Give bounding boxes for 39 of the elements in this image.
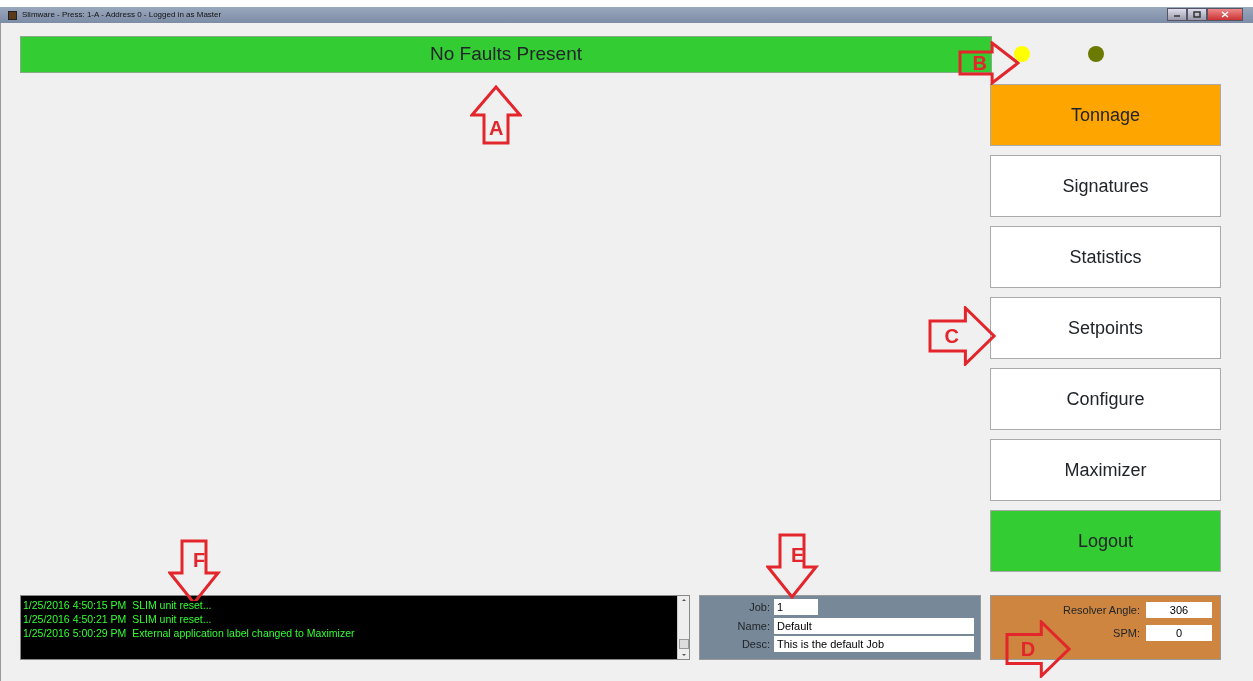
scrollbar[interactable] <box>677 596 689 659</box>
close-icon <box>1221 11 1229 19</box>
menu-button[interactable]: Tonnage <box>990 84 1221 146</box>
minimize-button[interactable] <box>1167 8 1187 21</box>
text-field[interactable]: 0 <box>1146 624 1212 641</box>
scroll-thumb[interactable] <box>678 639 689 649</box>
callout-letter: D <box>1020 639 1036 659</box>
window-title: Slimware - Press: 1-A - Address 0 - Logged in as Master <box>22 9 222 21</box>
callout-arrow <box>470 85 522 145</box>
callout-arrow <box>928 306 996 366</box>
text-field[interactable]: Default <box>774 617 974 634</box>
menu-button[interactable]: Maximizer <box>990 439 1221 501</box>
callout-letter: A <box>489 118 504 138</box>
callout-arrow <box>958 41 1020 85</box>
text-field[interactable]: 1 <box>774 599 818 616</box>
text-field[interactable]: 306 <box>1146 602 1212 619</box>
menu-button[interactable]: Signatures <box>990 155 1221 217</box>
maximize-button[interactable] <box>1187 8 1207 21</box>
close-button[interactable] <box>1207 8 1243 21</box>
field-label: Name: <box>736 618 770 634</box>
log-entry: 1/25/2016 4:50:15 PM SLIM unit reset... <box>23 598 213 612</box>
callout-letter: E <box>791 544 805 565</box>
menu-button[interactable]: Configure <box>990 368 1221 430</box>
menu-button[interactable]: Setpoints <box>990 297 1221 359</box>
field-label: Resolver Angle: <box>1062 603 1140 618</box>
maximize-icon <box>1193 11 1201 19</box>
app-icon <box>8 10 17 20</box>
callout-arrow <box>1005 620 1071 678</box>
text-field[interactable]: This is the default Job <box>774 636 974 653</box>
callout-letter: C <box>944 326 959 346</box>
logout-button[interactable]: Logout <box>990 510 1221 572</box>
field-label: SPM: <box>1113 625 1140 641</box>
callout-letter: F <box>193 550 206 571</box>
callout-letter: B <box>972 53 988 73</box>
field-label: Job: <box>748 600 770 615</box>
log-entry: 1/25/2016 4:50:21 PM SLIM unit reset... <box>23 612 213 626</box>
menu-button[interactable]: Statistics <box>990 226 1221 288</box>
log-entry: 1/25/2016 5:00:29 PM External application label changed to Maximizer <box>23 626 356 640</box>
field-label: Desc: <box>740 637 770 652</box>
